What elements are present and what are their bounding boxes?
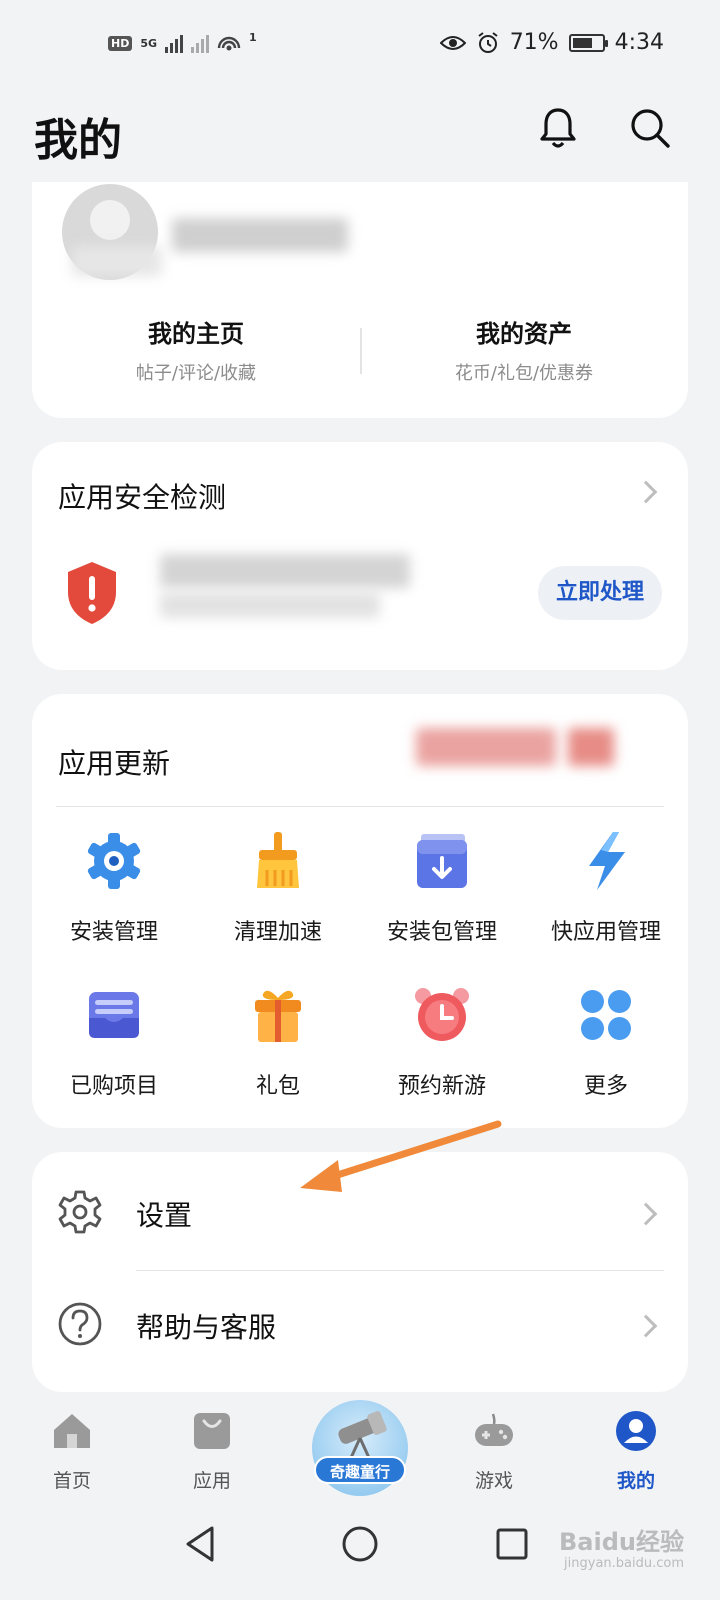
nav-apps[interactable]: 应用 [162, 1410, 262, 1493]
chevron-right-icon [634, 1202, 658, 1226]
my-homepage-title: 我的主页 [148, 320, 244, 348]
grid-label: 更多 [583, 1074, 628, 1099]
chevron-right-icon [634, 1314, 658, 1338]
nav-me[interactable]: 我的 [586, 1410, 686, 1493]
grid-label: 已购项目 [69, 1074, 158, 1099]
grid-label: 快应用管理 [550, 920, 661, 945]
signal-weak-icon [191, 33, 210, 53]
security-detail-blurred-2 [160, 592, 380, 618]
updates-card: 应用更新 安装管理 清理加速 安装包管理 快应用管理 已购项目 礼包 预约新游 … [32, 694, 688, 1128]
nav-home-label: 首页 [52, 1470, 91, 1492]
back-icon[interactable] [180, 1522, 224, 1566]
grid-item-gift[interactable]: 礼包 [196, 960, 360, 1114]
more-grid-icon [581, 990, 631, 1040]
hotspot-count: 1 [249, 30, 257, 44]
tools-grid: 安装管理 清理加速 安装包管理 快应用管理 已购项目 礼包 预约新游 更多 [32, 806, 688, 1114]
grid-label: 清理加速 [233, 920, 322, 945]
my-assets[interactable]: 我的资产 花币/礼包/优惠券 [360, 314, 688, 385]
promo-badge[interactable]: 奇趣童行 [312, 1400, 408, 1496]
watermark-url: jingyan.baidu.com [564, 1556, 684, 1571]
grid-label: 安装管理 [69, 920, 158, 945]
promo-label: 奇趣童行 [314, 1456, 406, 1484]
update-apps-blurred-2 [568, 728, 614, 766]
page-title: 我的 [34, 115, 122, 166]
nav-games-label: 游戏 [474, 1470, 513, 1492]
username-blurred [172, 218, 348, 252]
help-icon [58, 1302, 102, 1346]
battery-icon [568, 33, 608, 52]
profile-card: 我的主页 帖子/评论/收藏 我的资产 花币/礼包/优惠券 [32, 182, 688, 418]
grid-label: 安装包管理 [386, 920, 497, 945]
nav-apps-label: 应用 [192, 1470, 231, 1492]
nav-home[interactable]: 首页 [22, 1410, 122, 1493]
grid-item-install-manage[interactable]: 安装管理 [32, 806, 196, 960]
clock: 4:34 [614, 30, 664, 55]
status-bar: HD 5G 1 71% 4:34 [0, 0, 720, 92]
signal-icon [165, 33, 184, 53]
nav-me-label: 我的 [616, 1470, 655, 1492]
grid-item-package-manage[interactable]: 安装包管理 [360, 806, 524, 960]
brush-icon [257, 832, 299, 888]
my-homepage[interactable]: 我的主页 帖子/评论/收藏 [32, 314, 360, 385]
grid-label: 礼包 [255, 1074, 300, 1099]
hd-badge: HD [108, 35, 133, 51]
home-circle-icon[interactable] [338, 1522, 382, 1566]
bottom-nav: 首页 应用 奇趣童行 游戏 我的 [0, 1400, 720, 1500]
watermark-brand: Baidu经验 [559, 1528, 684, 1556]
username-extra-blurred [72, 246, 162, 276]
security-detail-blurred [160, 554, 410, 588]
bell-icon[interactable] [534, 104, 582, 152]
status-right: 71% 4:34 [439, 30, 664, 55]
help-label: 帮助与客服 [136, 1311, 277, 1344]
warning-shield-icon [68, 562, 116, 624]
gear-icon [87, 833, 141, 889]
battery-percent: 71% [509, 30, 559, 55]
updates-title[interactable]: 应用更新 [58, 742, 170, 782]
gamepad-icon [475, 1413, 513, 1446]
status-left: HD 5G 1 [108, 30, 257, 54]
network-label: 5G [140, 36, 158, 50]
alarm-clock-icon [415, 988, 469, 1041]
help-row[interactable]: 帮助与客服 [32, 1270, 688, 1382]
my-assets-title: 我的资产 [476, 320, 572, 348]
eye-icon [439, 35, 466, 50]
my-homepage-subtitle: 帖子/评论/收藏 [135, 363, 257, 384]
grid-item-clean-speed[interactable]: 清理加速 [196, 806, 360, 960]
update-apps-blurred [416, 728, 556, 766]
chevron-right-icon [634, 480, 658, 504]
my-assets-subtitle: 花币/礼包/优惠券 [454, 363, 594, 384]
alarm-icon [478, 31, 498, 53]
hotspot-icon [217, 36, 241, 51]
user-icon [616, 1411, 656, 1451]
grid-item-more[interactable]: 更多 [524, 960, 688, 1114]
home-icon [54, 1414, 90, 1448]
gear-icon [58, 1190, 102, 1234]
grid-item-quick-app[interactable]: 快应用管理 [524, 806, 688, 960]
purchased-icon [89, 992, 139, 1038]
security-card[interactable]: 应用安全检测 立即处理 [32, 442, 688, 670]
gift-icon [255, 990, 301, 1042]
grid-item-purchased[interactable]: 已购项目 [32, 960, 196, 1114]
security-title: 应用安全检测 [58, 481, 227, 514]
recents-icon[interactable] [490, 1522, 534, 1566]
lightning-icon [589, 832, 625, 890]
grid-item-reserve-games[interactable]: 预约新游 [360, 960, 524, 1114]
search-icon[interactable] [626, 104, 674, 152]
handle-now-button[interactable]: 立即处理 [537, 566, 662, 620]
shopping-bag-icon [194, 1413, 230, 1449]
grid-label: 预约新游 [397, 1074, 486, 1099]
settings-label: 设置 [136, 1199, 193, 1232]
nav-games[interactable]: 游戏 [444, 1410, 544, 1493]
annotation-arrow [300, 1120, 502, 1192]
package-icon [417, 834, 467, 888]
